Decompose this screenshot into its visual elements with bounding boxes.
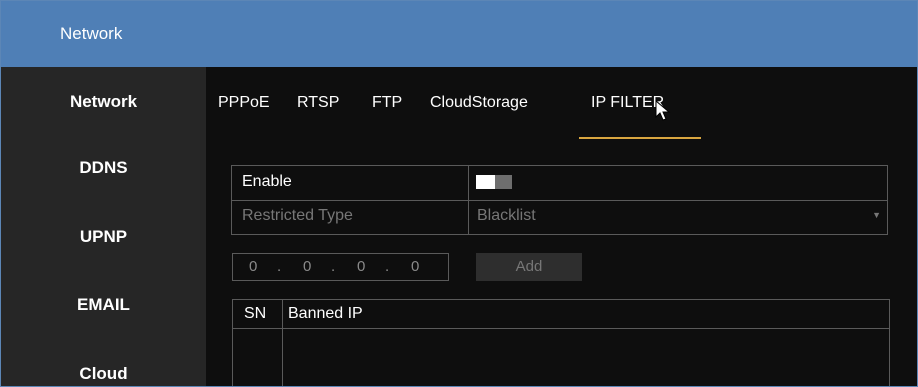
ip-separator: . bbox=[277, 258, 282, 275]
ip-octet-1[interactable]: 0 bbox=[249, 258, 257, 275]
sidebar-item-upnp[interactable]: UPNP bbox=[1, 227, 206, 247]
mouse-pointer-icon bbox=[655, 100, 671, 121]
enable-row: Enable bbox=[232, 166, 887, 201]
tab-pppoe[interactable]: PPPoE bbox=[218, 94, 270, 112]
tab-ip-filter[interactable]: IP FILTER bbox=[591, 94, 664, 112]
restricted-type-row: Restricted Type Blacklist ▼ bbox=[232, 200, 887, 234]
restricted-type-label: Restricted Type bbox=[242, 207, 353, 224]
banned-ip-table: SN Banned IP bbox=[232, 299, 890, 386]
sidebar-item-email[interactable]: EMAIL bbox=[1, 295, 206, 315]
table-header: SN Banned IP bbox=[233, 300, 889, 329]
ip-separator: . bbox=[331, 258, 336, 275]
tab-cloudstorage[interactable]: CloudStorage bbox=[430, 94, 528, 112]
tab-rtsp[interactable]: RTSP bbox=[297, 94, 339, 112]
sidebar-item-ddns[interactable]: DDNS bbox=[1, 158, 206, 178]
network-settings-window: Network Network DDNS UPNP EMAIL Cloud PP… bbox=[0, 0, 918, 387]
ip-octet-3[interactable]: 0 bbox=[357, 258, 365, 275]
ip-separator: . bbox=[385, 258, 390, 275]
restricted-type-value: Blacklist bbox=[477, 207, 536, 224]
toggle-knob bbox=[476, 175, 495, 189]
enable-toggle[interactable] bbox=[476, 175, 512, 189]
ip-octet-2[interactable]: 0 bbox=[303, 258, 311, 275]
ip-address-input[interactable]: 0 . 0 . 0 . 0 bbox=[232, 253, 449, 281]
sidebar-item-network[interactable]: Network bbox=[1, 92, 206, 112]
enable-label: Enable bbox=[242, 173, 292, 190]
sidebar-item-cloud[interactable]: Cloud bbox=[1, 364, 206, 384]
column-header-banned-ip: Banned IP bbox=[288, 305, 363, 322]
window-title: Network bbox=[60, 24, 123, 43]
active-tab-indicator bbox=[579, 137, 701, 139]
restricted-type-select[interactable]: Blacklist ▼ bbox=[469, 200, 887, 234]
dropdown-arrow-icon: ▼ bbox=[872, 210, 881, 220]
add-button[interactable]: Add bbox=[476, 253, 582, 281]
ip-filter-settings: Enable Restricted Type Blacklist ▼ bbox=[231, 165, 888, 235]
title-bar: Network bbox=[1, 1, 917, 67]
main-panel: PPPoE RTSP FTP CloudStorage IP FILTER En… bbox=[206, 67, 917, 386]
column-header-sn: SN bbox=[244, 305, 267, 322]
tab-ftp[interactable]: FTP bbox=[372, 94, 402, 112]
tab-bar: PPPoE RTSP FTP CloudStorage IP FILTER bbox=[206, 67, 917, 139]
ip-octet-4[interactable]: 0 bbox=[411, 258, 419, 275]
sidebar: Network DDNS UPNP EMAIL Cloud bbox=[1, 67, 206, 386]
